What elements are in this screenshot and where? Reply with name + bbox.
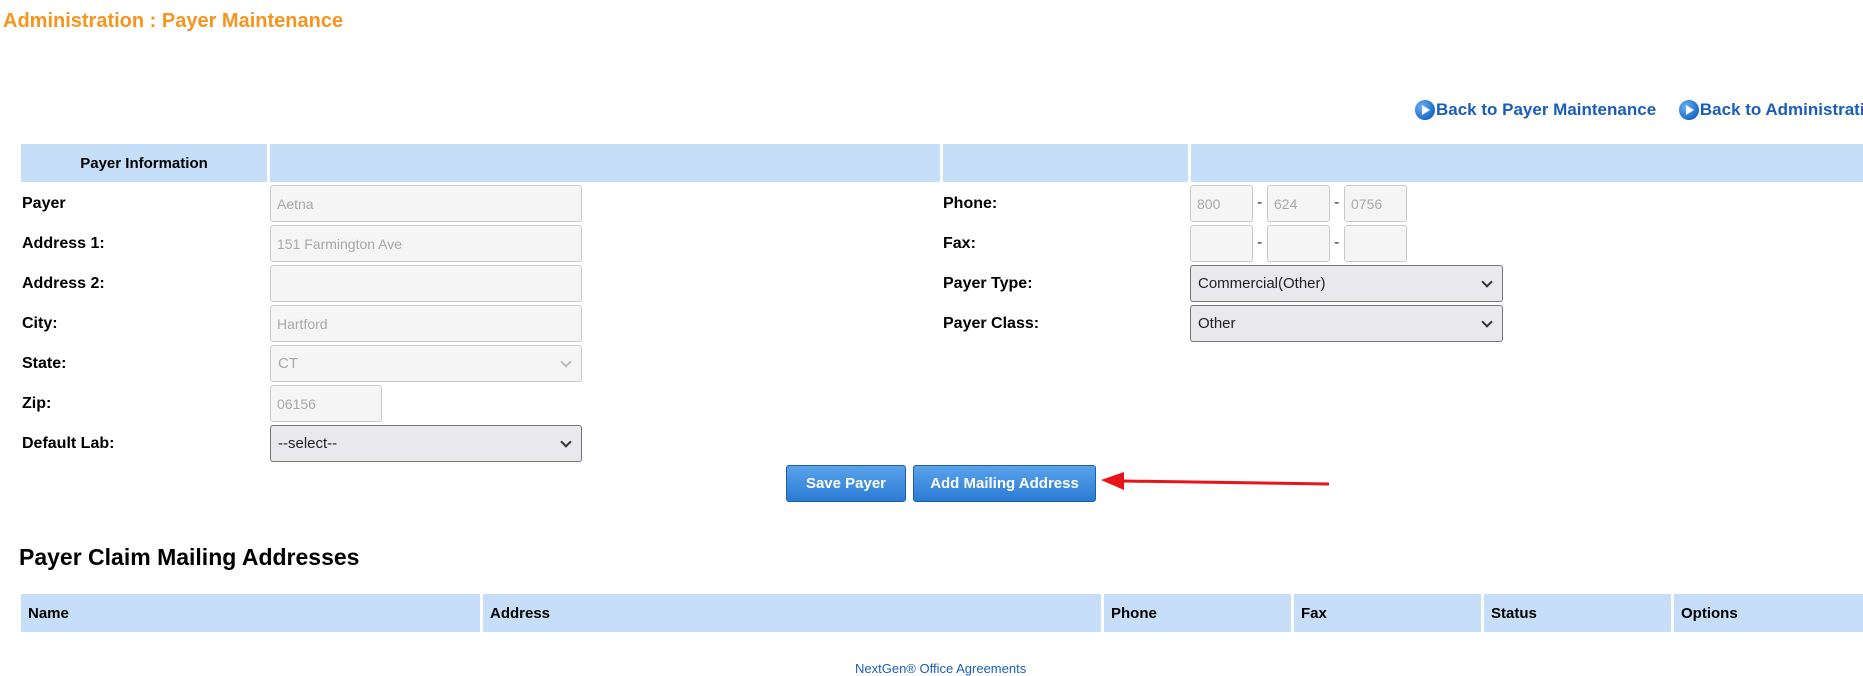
column-header-phone: Phone xyxy=(1104,594,1291,632)
footer-agreements-link[interactable]: NextGen® Office Agreements xyxy=(855,661,1026,676)
column-header-address: Address xyxy=(483,594,1101,632)
column-header-options: Options xyxy=(1674,594,1863,632)
column-header-status: Status xyxy=(1484,594,1671,632)
annotation-arrow xyxy=(1101,472,1330,490)
column-header-fax: Fax xyxy=(1294,594,1481,632)
column-header-name: Name xyxy=(21,594,480,632)
mailing-addresses-title: Payer Claim Mailing Addresses xyxy=(19,544,360,570)
